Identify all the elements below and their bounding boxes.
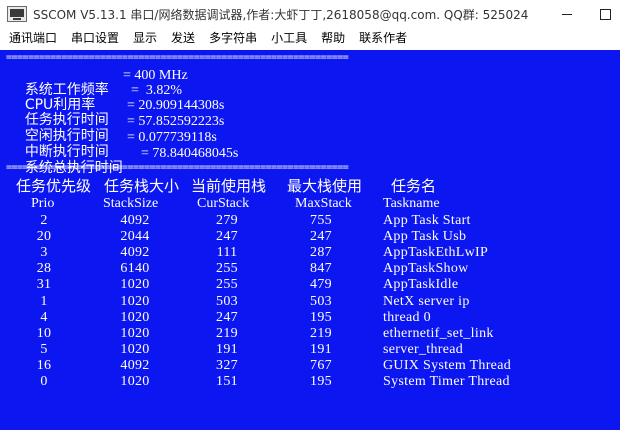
task-value-cell: 479 [310,277,332,292]
task-value-cell: 5 [40,342,48,357]
receive-terminal[interactable]: ========================================… [0,50,620,430]
task-value-cell: 191 [310,342,332,357]
stat-value: = 400 MHz [123,68,188,83]
task-value-cell: 1020 [120,326,150,341]
task-value-cell: 1 [40,294,48,309]
task-value-cell: 287 [310,245,332,260]
menu-tools[interactable]: 小工具 [264,28,314,48]
app-monitor-icon [7,6,27,22]
task-value-cell: 255 [216,261,238,276]
task-name-cell: server_thread [383,342,464,357]
task-value-cell: 1020 [120,277,150,292]
menu-bar: 通讯端口 串口设置 显示 发送 多字符串 小工具 帮助 联系作者 [0,28,620,48]
separator-line: ========================================… [6,162,349,173]
task-value-cell: 847 [310,261,332,276]
maximize-icon [599,8,611,20]
header-priority-cn: 任务优先级 [16,177,92,195]
task-value-cell: 20 [36,229,52,244]
menu-contact-author[interactable]: 联系作者 [352,28,414,48]
menu-multi-string[interactable]: 多字符串 [202,28,264,48]
task-name-cell: ethernetif_set_link [383,326,494,341]
task-value-cell: 16 [36,358,52,373]
menu-help[interactable]: 帮助 [314,28,352,48]
task-value-cell: 4092 [120,358,150,373]
task-value-cell: 0 [40,374,48,389]
window-title: SSCOM V5.13.1 串口/网络数据调试器,作者:大虾丁丁,2618058… [33,7,528,22]
task-value-cell: 503 [310,294,332,309]
task-value-cell: 31 [36,277,52,292]
header-curstack-cn: 当前使用栈 [191,177,267,195]
task-value-cell: 191 [216,342,238,357]
task-name-cell: AppTaskIdle [383,277,459,292]
maximize-button[interactable] [586,0,620,28]
header-taskname-cn: 任务名 [391,177,437,195]
task-value-cell: 255 [216,277,238,292]
task-name-cell: AppTaskEthLwIP [383,245,489,260]
task-value-cell: 327 [216,358,238,373]
task-value-cell: 1020 [120,342,150,357]
task-value-cell: 28 [36,261,52,276]
header-maxstack-cn: 最大栈使用 [287,177,363,195]
task-name-cell: App Task Start [383,213,471,228]
task-value-cell: 4092 [120,213,150,228]
title-bar[interactable]: SSCOM V5.13.1 串口/网络数据调试器,作者:大虾丁丁,2618058… [0,0,620,28]
task-value-cell: 755 [310,213,332,228]
task-name-cell: AppTaskShow [383,261,469,276]
task-value-cell: 247 [216,229,238,244]
menu-serial-settings[interactable]: 串口设置 [64,28,126,48]
menu-display[interactable]: 显示 [126,28,164,48]
task-value-cell: 4 [40,310,48,325]
task-value-cell: 2044 [120,229,150,244]
task-value-cell: 151 [216,374,238,389]
task-value-cell: 503 [216,294,238,309]
task-value-cell: 6140 [120,261,150,276]
task-name-cell: thread 0 [383,310,431,325]
task-value-cell: 111 [216,245,238,260]
stat-value: = 0.077739118s [127,130,217,145]
minimize-button[interactable] [548,0,586,28]
task-name-cell: NetX server ip [383,294,470,309]
separator-line: ========================================… [6,52,349,63]
menu-comm-port[interactable]: 通讯端口 [0,28,64,48]
task-name-cell: System Timer Thread [383,374,510,389]
stat-value: = 57.852592223s [127,114,225,129]
task-value-cell: 247 [310,229,332,244]
header-prio: Prio [31,196,55,211]
header-stacksize-cn: 任务栈大小 [104,177,180,195]
header-stacksize: StackSize [103,196,159,211]
minimize-icon [562,13,572,15]
task-value-cell: 4092 [120,245,150,260]
task-name-cell: GUIX System Thread [383,358,512,373]
task-value-cell: 10 [36,326,52,341]
stat-value: = 20.909144308s [127,98,225,113]
task-value-cell: 247 [216,310,238,325]
task-value-cell: 1020 [120,310,150,325]
task-value-cell: 2 [40,213,48,228]
task-value-cell: 3 [40,245,48,260]
header-maxstack: MaxStack [295,196,352,211]
stat-value: = 3.82% [131,83,183,98]
task-value-cell: 195 [310,310,332,325]
header-curstack: CurStack [197,196,250,211]
stat-value: = 78.840468045s [141,146,239,161]
task-value-cell: 219 [310,326,332,341]
menu-send[interactable]: 发送 [164,28,202,48]
task-value-cell: 279 [216,213,238,228]
task-value-cell: 195 [310,374,332,389]
task-value-cell: 219 [216,326,238,341]
task-value-cell: 1020 [120,294,150,309]
task-value-cell: 1020 [120,374,150,389]
header-taskname: Taskname [383,196,440,211]
task-name-cell: App Task Usb [383,229,467,244]
task-value-cell: 767 [310,358,332,373]
